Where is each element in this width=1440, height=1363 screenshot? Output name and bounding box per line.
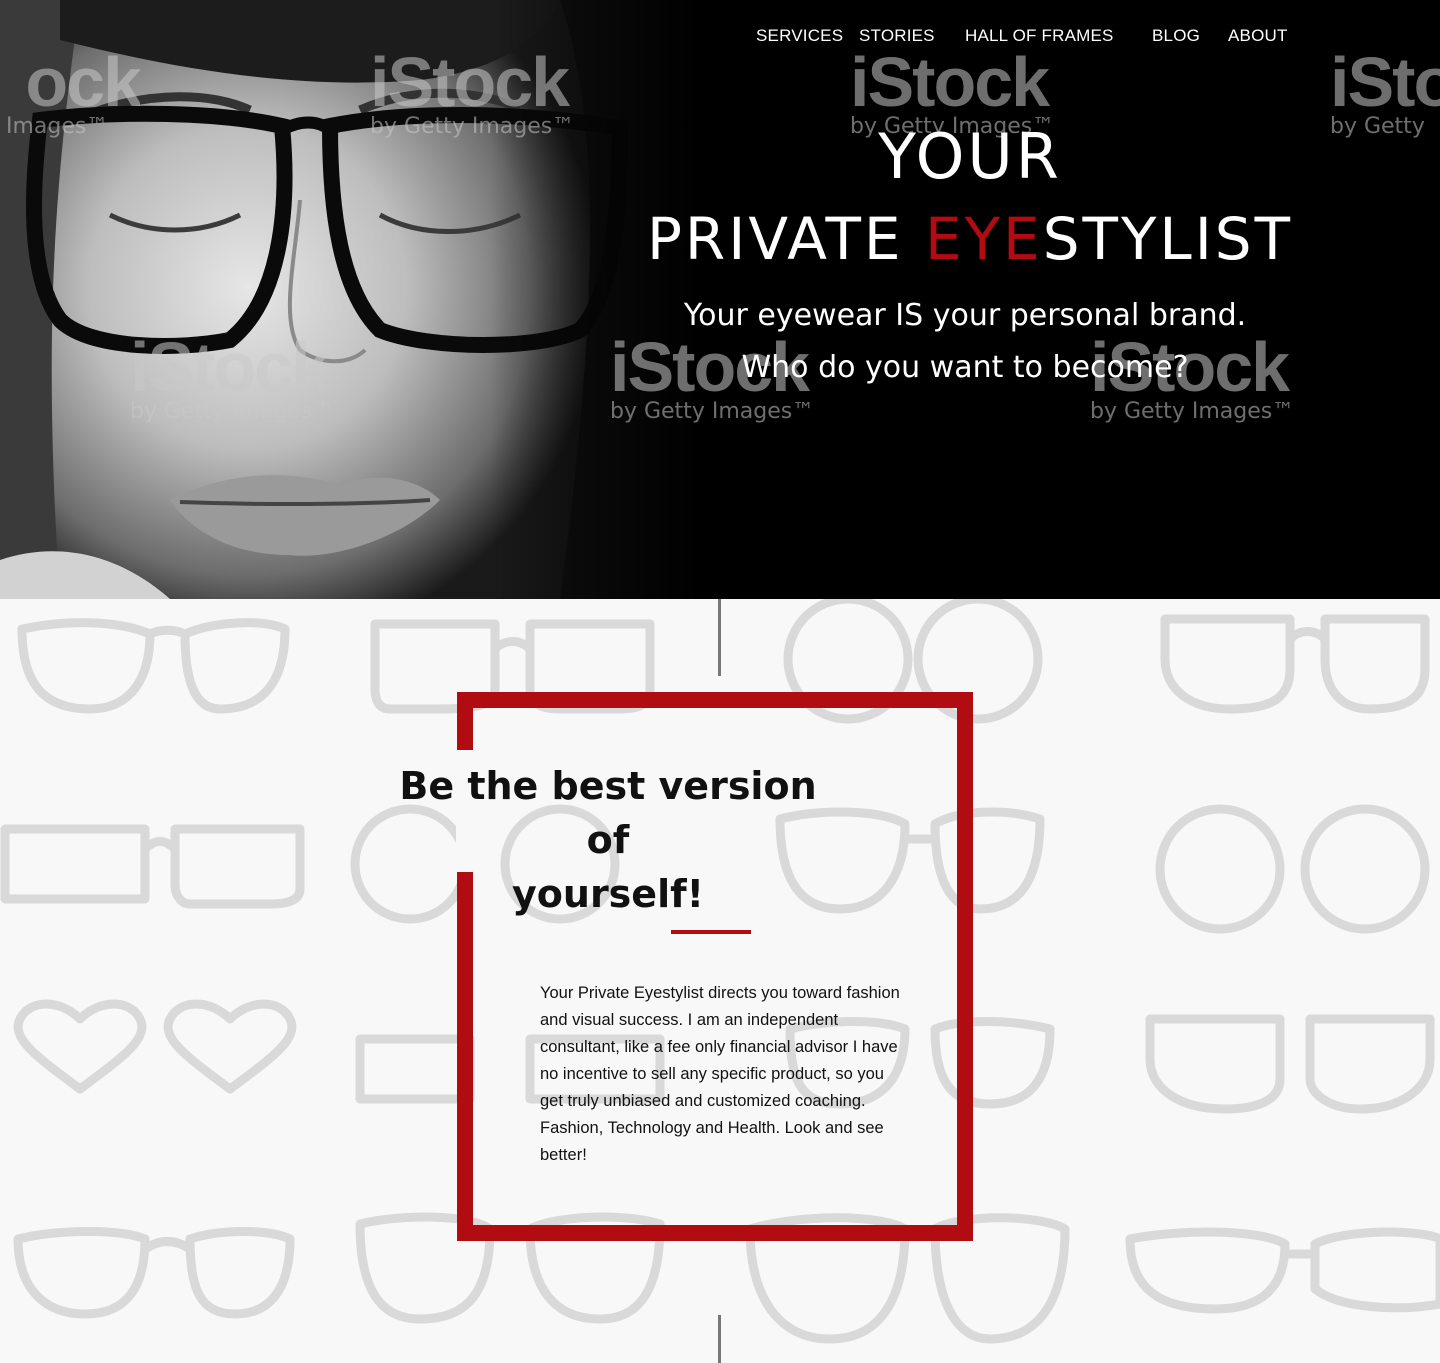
hero-title-line1: YOUR <box>878 120 1062 193</box>
hero-title-stylist: STYLIST <box>1042 205 1294 273</box>
intro-heading-line2: yourself! <box>512 872 704 916</box>
hero-subtitle-line2: Who do you want to become? <box>741 350 1189 385</box>
intro-divider <box>671 930 751 934</box>
watermark: iSto by Getty <box>1330 50 1440 139</box>
nav-link-hall-of-frames[interactable]: HALL OF FRAMES <box>965 26 1114 46</box>
hero-title-eye: EYE <box>924 205 1043 273</box>
hero-title-line2: PRIVATE EYESTYLIST <box>640 204 1300 274</box>
intro-section: Be the best version of yourself! Your Pr… <box>0 599 1440 1363</box>
connector-line-top <box>718 599 721 676</box>
nav-link-services[interactable]: SERVICES <box>756 26 843 46</box>
intro-heading-line1: Be the best version of <box>399 764 817 862</box>
hero-banner: ock Images™ iStock by Getty Images™ iSto… <box>0 0 1440 599</box>
intro-body-text: Your Private Eyestylist directs you towa… <box>540 984 900 1164</box>
connector-line-bottom <box>718 1315 721 1363</box>
hero-portrait-image <box>0 0 700 599</box>
hero-subtitle-line1: Your eyewear IS your personal brand. <box>683 298 1247 333</box>
nav-link-about[interactable]: ABOUT <box>1228 26 1288 46</box>
main-nav: SERVICES STORIES HALL OF FRAMES BLOG ABO… <box>0 26 1440 50</box>
nav-link-stories[interactable]: STORIES <box>859 26 935 46</box>
nav-link-blog[interactable]: BLOG <box>1152 26 1200 46</box>
hero-title-private: PRIVATE <box>646 205 925 273</box>
intro-heading: Be the best version of yourself! <box>378 759 838 921</box>
